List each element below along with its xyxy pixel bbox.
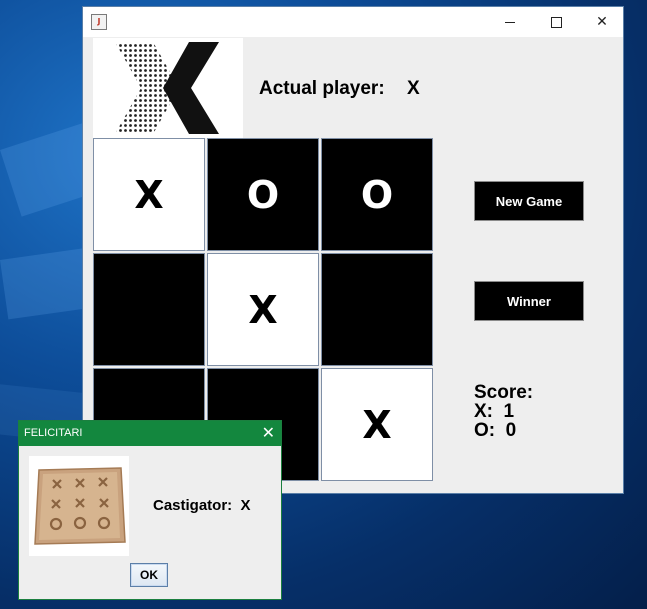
ok-button[interactable]: OK xyxy=(130,563,168,587)
dialog-title: FELICITARI xyxy=(24,427,83,439)
actual-player-label: Actual player: xyxy=(259,78,385,99)
minimize-icon xyxy=(505,21,515,23)
close-button[interactable]: ✕ xyxy=(579,7,625,37)
close-icon: ✕ xyxy=(596,14,608,30)
winner-button[interactable]: Winner xyxy=(474,281,584,321)
dialog-close-icon[interactable]: ✕ xyxy=(262,423,275,442)
board-cell-1[interactable]: X xyxy=(93,138,205,251)
board-cell-3[interactable]: O xyxy=(321,138,433,251)
tic-tac-toe-board-image xyxy=(29,456,129,556)
java-app-icon[interactable]: J xyxy=(91,14,107,30)
winner-message: Castigator: X xyxy=(153,497,251,514)
minimize-button[interactable] xyxy=(487,7,533,37)
dialog-title-bar[interactable]: FELICITARI ✕ xyxy=(19,421,281,446)
actual-player-value: X xyxy=(407,78,420,99)
new-game-button[interactable]: New Game xyxy=(474,181,584,221)
title-bar[interactable]: J ✕ xyxy=(83,7,623,37)
wooden-board-graphic xyxy=(29,456,129,556)
board-cell-4[interactable] xyxy=(93,253,205,366)
x-logo-graphic xyxy=(115,42,219,134)
board-cell-5[interactable]: X xyxy=(207,253,319,366)
winner-dialog: FELICITARI ✕ Castigator: X OK xyxy=(18,420,282,600)
x-logo-image xyxy=(93,38,243,138)
score-o: O: 0 xyxy=(474,420,517,441)
score-x: X: 1 xyxy=(474,401,515,422)
board-cell-6[interactable] xyxy=(321,253,433,366)
maximize-icon xyxy=(550,16,562,28)
board-cell-2[interactable]: O xyxy=(207,138,319,251)
maximize-button[interactable] xyxy=(533,7,579,37)
board-cell-9[interactable]: X xyxy=(321,368,433,481)
